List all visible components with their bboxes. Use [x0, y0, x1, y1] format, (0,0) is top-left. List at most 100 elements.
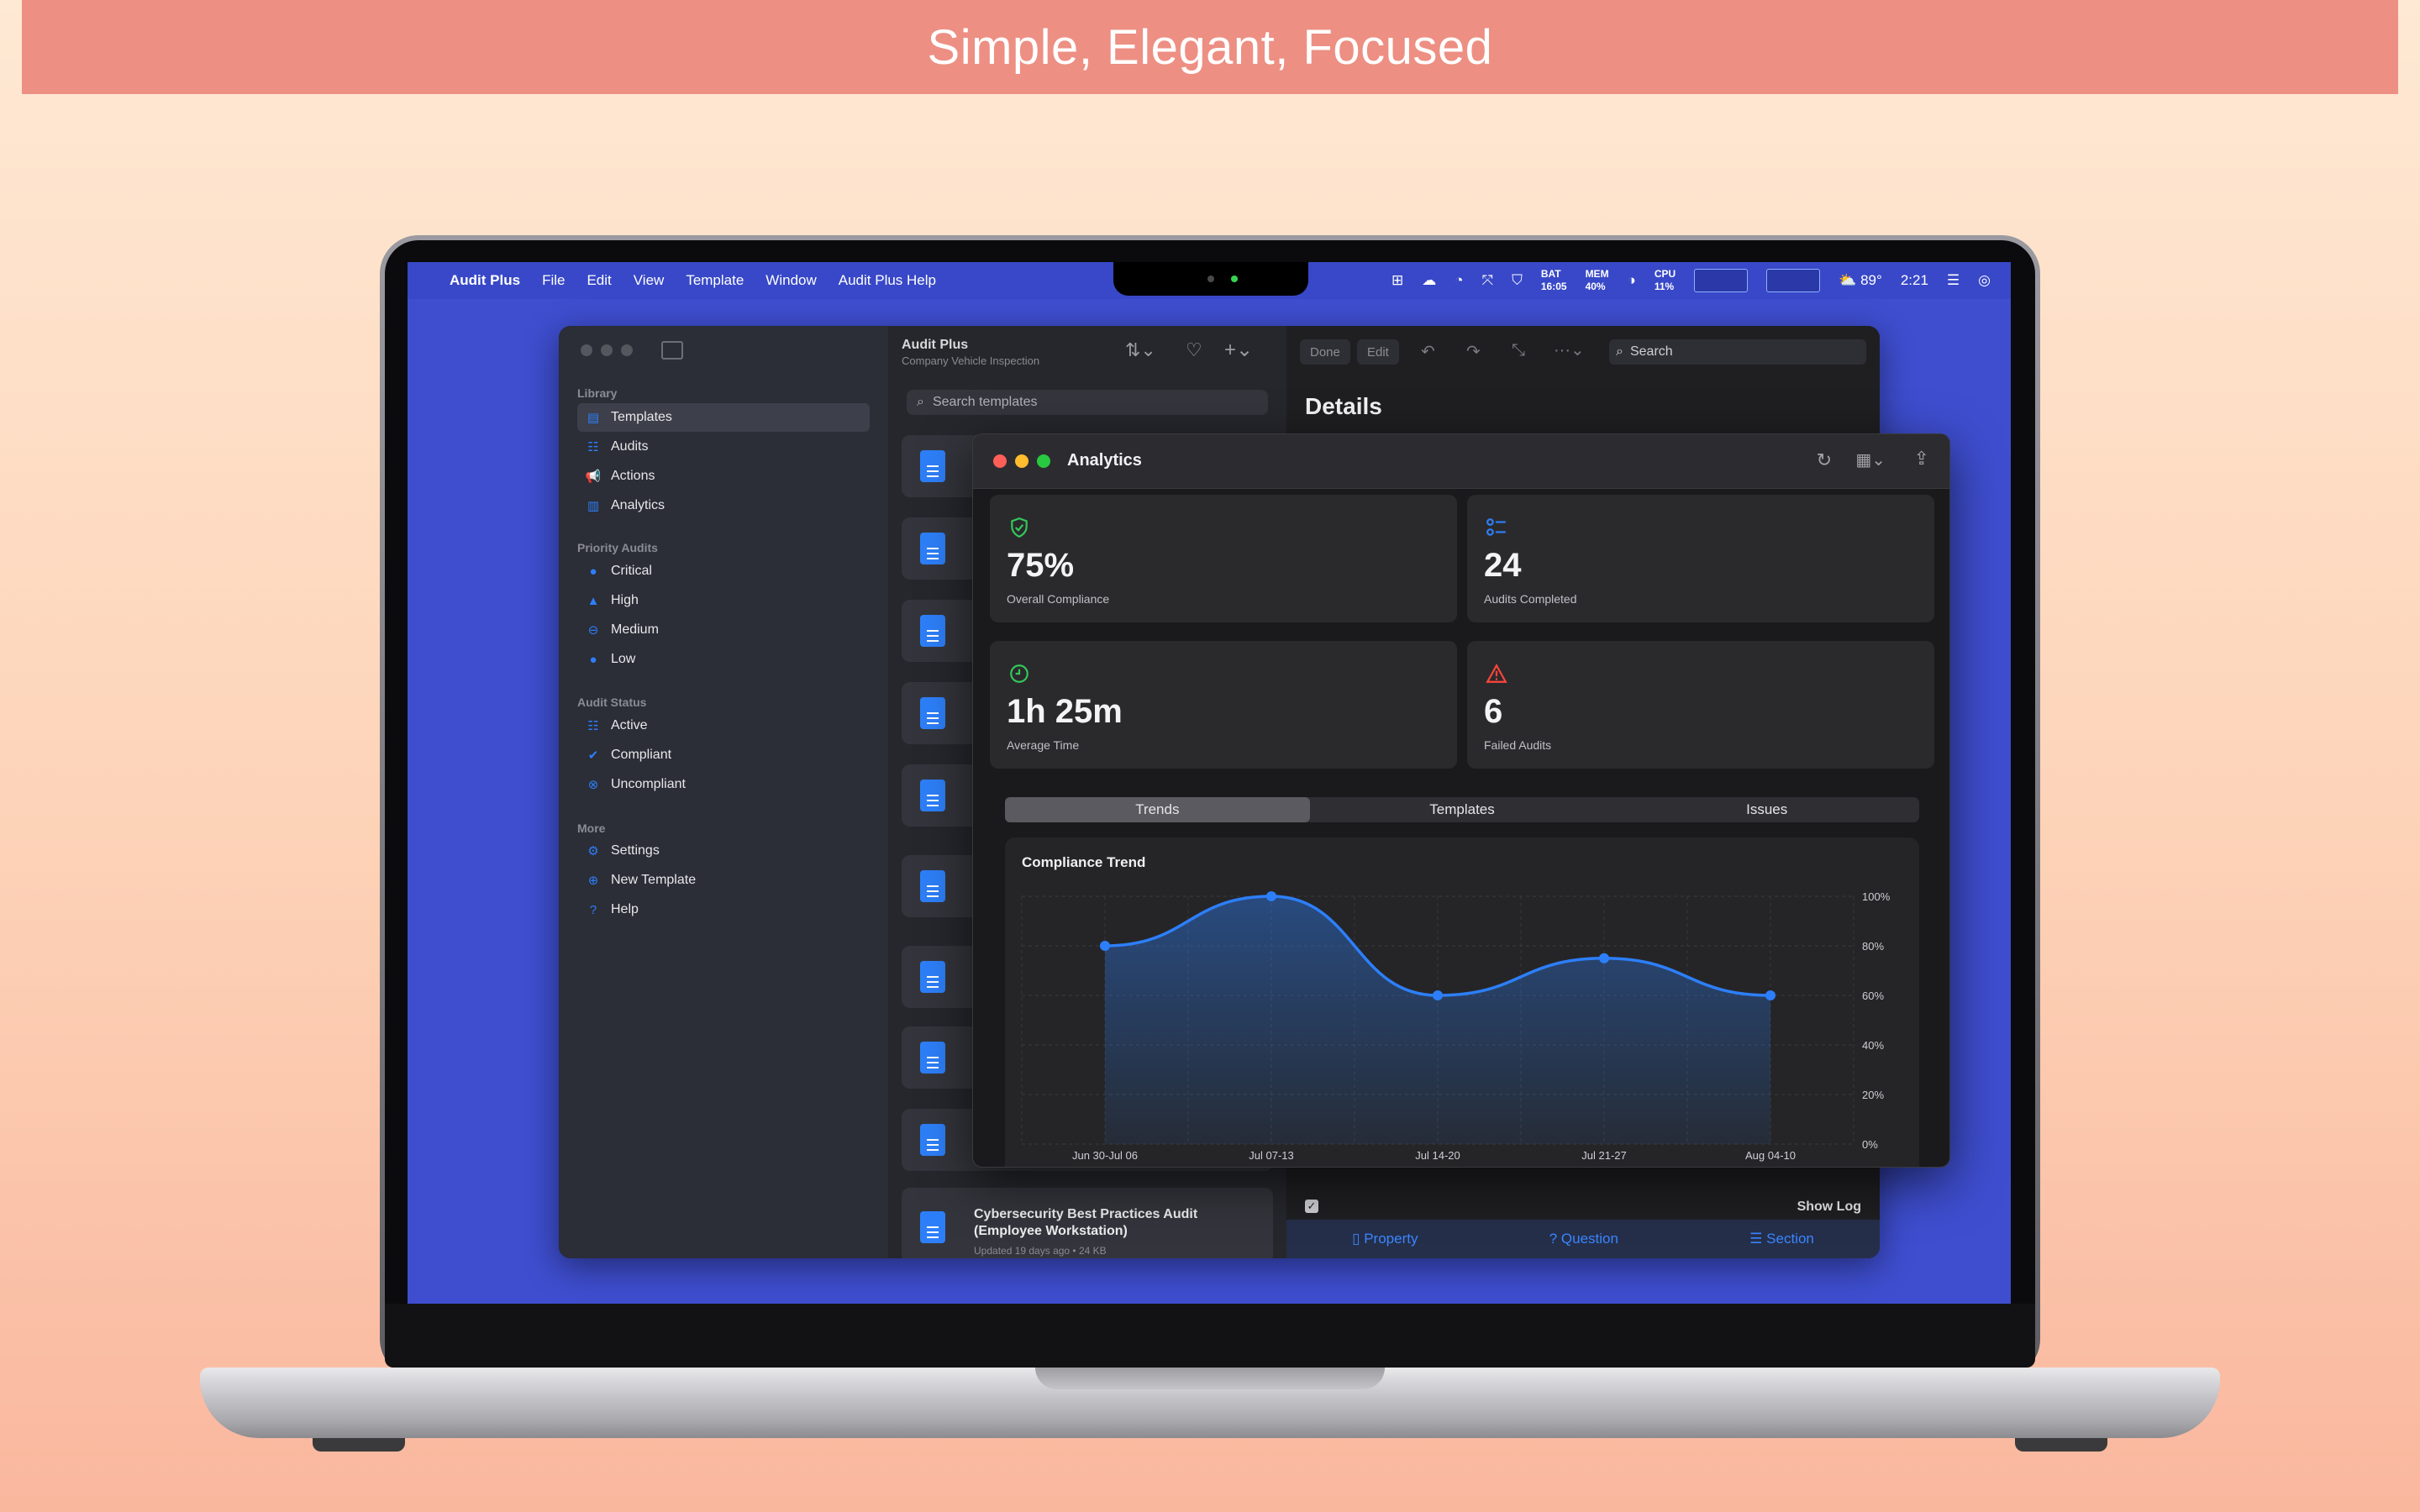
analytics-window: Analytics ↻ ▦⌄ ⇪ 75% Overall Compliance … — [972, 433, 1950, 1168]
menu-file[interactable]: File — [542, 272, 565, 289]
menu-app-name[interactable]: Audit Plus — [450, 272, 520, 289]
data-point — [1599, 953, 1609, 963]
stat-value: 1h 25m — [1007, 693, 1123, 730]
tab-templates[interactable]: Templates — [1310, 797, 1615, 822]
template-search[interactable]: ⌕ Search templates — [907, 390, 1268, 415]
sidebar-item-uncompliant[interactable]: ⊗ Uncompliant — [577, 770, 870, 799]
share-icon[interactable]: ⇪ — [1914, 448, 1929, 470]
minimize-icon[interactable] — [1015, 454, 1028, 468]
control-center-icon[interactable]: ☰ — [1947, 272, 1960, 289]
gear-icon: ⚙ — [587, 844, 599, 858]
sidebar-item-label: Critical — [611, 564, 652, 578]
sidebar-item-high[interactable]: ▲ High — [577, 586, 870, 615]
stat-tile-audits: 24 Audits Completed — [1467, 495, 1934, 622]
more-icon[interactable]: ···⌄ — [1554, 339, 1585, 360]
undo-icon[interactable]: ↶ — [1421, 341, 1435, 362]
sidebar-item-label: Analytics — [611, 498, 666, 512]
detail-search[interactable]: ⌕ Search — [1609, 339, 1866, 365]
sidebar-item-low[interactable]: ● Low — [577, 645, 870, 674]
window-controls[interactable] — [581, 344, 633, 356]
resize-icon[interactable]: ⤡ — [1512, 341, 1525, 360]
shield-icon[interactable]: ⛉ — [1512, 272, 1523, 289]
sidebar-item-critical[interactable]: ● Critical — [577, 557, 870, 585]
done-button[interactable]: Done — [1300, 339, 1350, 365]
y-tick-label: 80% — [1862, 940, 1884, 953]
list-item[interactable]: Cybersecurity Best Practices Audit (Empl… — [902, 1188, 1273, 1258]
analytics-title: Analytics — [1067, 451, 1142, 470]
siri-icon[interactable]: ◎ — [1978, 272, 1991, 289]
clock[interactable]: 2:21 — [1901, 272, 1928, 289]
check-circle-icon: ✔ — [587, 748, 599, 763]
sidebar-item-label: Active — [611, 718, 648, 732]
grid-icon[interactable]: ⊞ — [1392, 272, 1403, 289]
refresh-icon[interactable]: ↻ — [1817, 449, 1832, 471]
heart-icon[interactable]: ♡ — [1186, 339, 1202, 361]
y-tick-label: 0% — [1862, 1138, 1878, 1151]
property-label: Property — [1364, 1231, 1418, 1247]
stat-label: Failed Audits — [1484, 738, 1552, 752]
warning-icon: ▲ — [587, 593, 600, 608]
question-label: Question — [1560, 1231, 1618, 1247]
sidebar-item-medium[interactable]: ⊖ Medium — [577, 616, 870, 644]
sidebar-item-active[interactable]: ☷ Active — [577, 711, 870, 740]
sidebar-item-new-template[interactable]: ⊕ New Template — [577, 866, 870, 895]
property-button[interactable]: ▯ Property — [1352, 1231, 1418, 1247]
tab-issues[interactable]: Issues — [1614, 797, 1919, 822]
close-icon[interactable] — [993, 454, 1007, 468]
trend-chart-svg: 0% 20% 40% 60% 80% 100% Jun 30-Jul 06 Jul 07-13… — [1021, 890, 1891, 1162]
expand-icon[interactable]: ⤧ — [1482, 272, 1494, 289]
sidebar-item-label: Help — [611, 902, 639, 916]
sidebar-item-actions[interactable]: 📢 Actions — [577, 462, 870, 491]
menu-help[interactable]: Audit Plus Help — [839, 272, 936, 289]
calendar-icon[interactable]: ▦⌄ — [1855, 449, 1886, 470]
cloud-icon[interactable]: ☁ — [1422, 272, 1436, 289]
sidebar-toggle-icon[interactable] — [661, 341, 683, 360]
sidebar-item-label: Settings — [611, 843, 660, 858]
doc-icon — [920, 780, 945, 811]
question-icon: ? — [1549, 1231, 1558, 1247]
sidebar-item-help[interactable]: ? Help — [577, 895, 870, 924]
circle-icon: ● — [589, 652, 597, 667]
sidebar-item-settings[interactable]: ⚙ Settings — [577, 837, 870, 865]
search-placeholder: Search templates — [932, 395, 1038, 409]
menu-edit[interactable]: Edit — [587, 272, 611, 289]
sort-icon[interactable]: ⇅⌄ — [1125, 339, 1156, 361]
redo-icon[interactable]: ↷ — [1466, 341, 1481, 362]
menu-bar: Audit Plus File Edit View Template Windo… — [408, 262, 2011, 299]
question-button[interactable]: ? Question — [1549, 1231, 1618, 1247]
sidebar-item-label: Low — [611, 652, 636, 666]
zoom-icon[interactable] — [1037, 454, 1050, 468]
sidebar-item-audits[interactable]: ☷ Audits — [577, 433, 870, 461]
sidebar-item-compliant[interactable]: ✔ Compliant — [577, 741, 870, 769]
battery-status[interactable]: BAT 16:05 — [1541, 268, 1567, 293]
promo-banner: Simple, Elegant, Focused — [22, 0, 2398, 94]
menu-view[interactable]: View — [634, 272, 665, 289]
weather-status[interactable]: ⛅ 89° — [1839, 272, 1882, 289]
cpu-status[interactable]: CPU 11% — [1655, 268, 1676, 293]
stat-label: Average Time — [1007, 738, 1080, 752]
camera-notch — [1113, 262, 1308, 296]
section-library: Library — [577, 386, 618, 400]
tab-trends[interactable]: Trends — [1005, 797, 1310, 822]
memory-status[interactable]: MEM 40% — [1586, 268, 1609, 293]
edit-button[interactable]: Edit — [1357, 339, 1399, 365]
menu-template[interactable]: Template — [686, 272, 744, 289]
section-label: Section — [1766, 1231, 1814, 1247]
x-tick-label: Jul 21-27 — [1581, 1149, 1626, 1162]
menu-window[interactable]: Window — [765, 272, 816, 289]
y-tick-label: 60% — [1862, 990, 1884, 1002]
laptop-foot — [313, 1438, 405, 1452]
log-checkbox[interactable]: ✓ — [1305, 1200, 1318, 1213]
sidebar-item-analytics[interactable]: ▥ Analytics — [577, 491, 870, 520]
data-point — [1100, 941, 1110, 951]
quick-icon[interactable]: ◔ — [1455, 272, 1463, 289]
doc-icon — [920, 697, 945, 729]
sidebar-item-label: Compliant — [611, 748, 672, 762]
analytics-tabs: Trends Templates Issues — [1005, 797, 1919, 822]
mem-value: 40% — [1585, 281, 1606, 292]
section-button[interactable]: ☰ Section — [1749, 1231, 1814, 1247]
stat-value: 24 — [1484, 547, 1522, 584]
add-icon[interactable]: +⌄ — [1224, 338, 1253, 362]
sidebar-item-templates[interactable]: ▤ Templates — [577, 403, 870, 432]
sidebar-item-label: Audits — [611, 439, 649, 454]
